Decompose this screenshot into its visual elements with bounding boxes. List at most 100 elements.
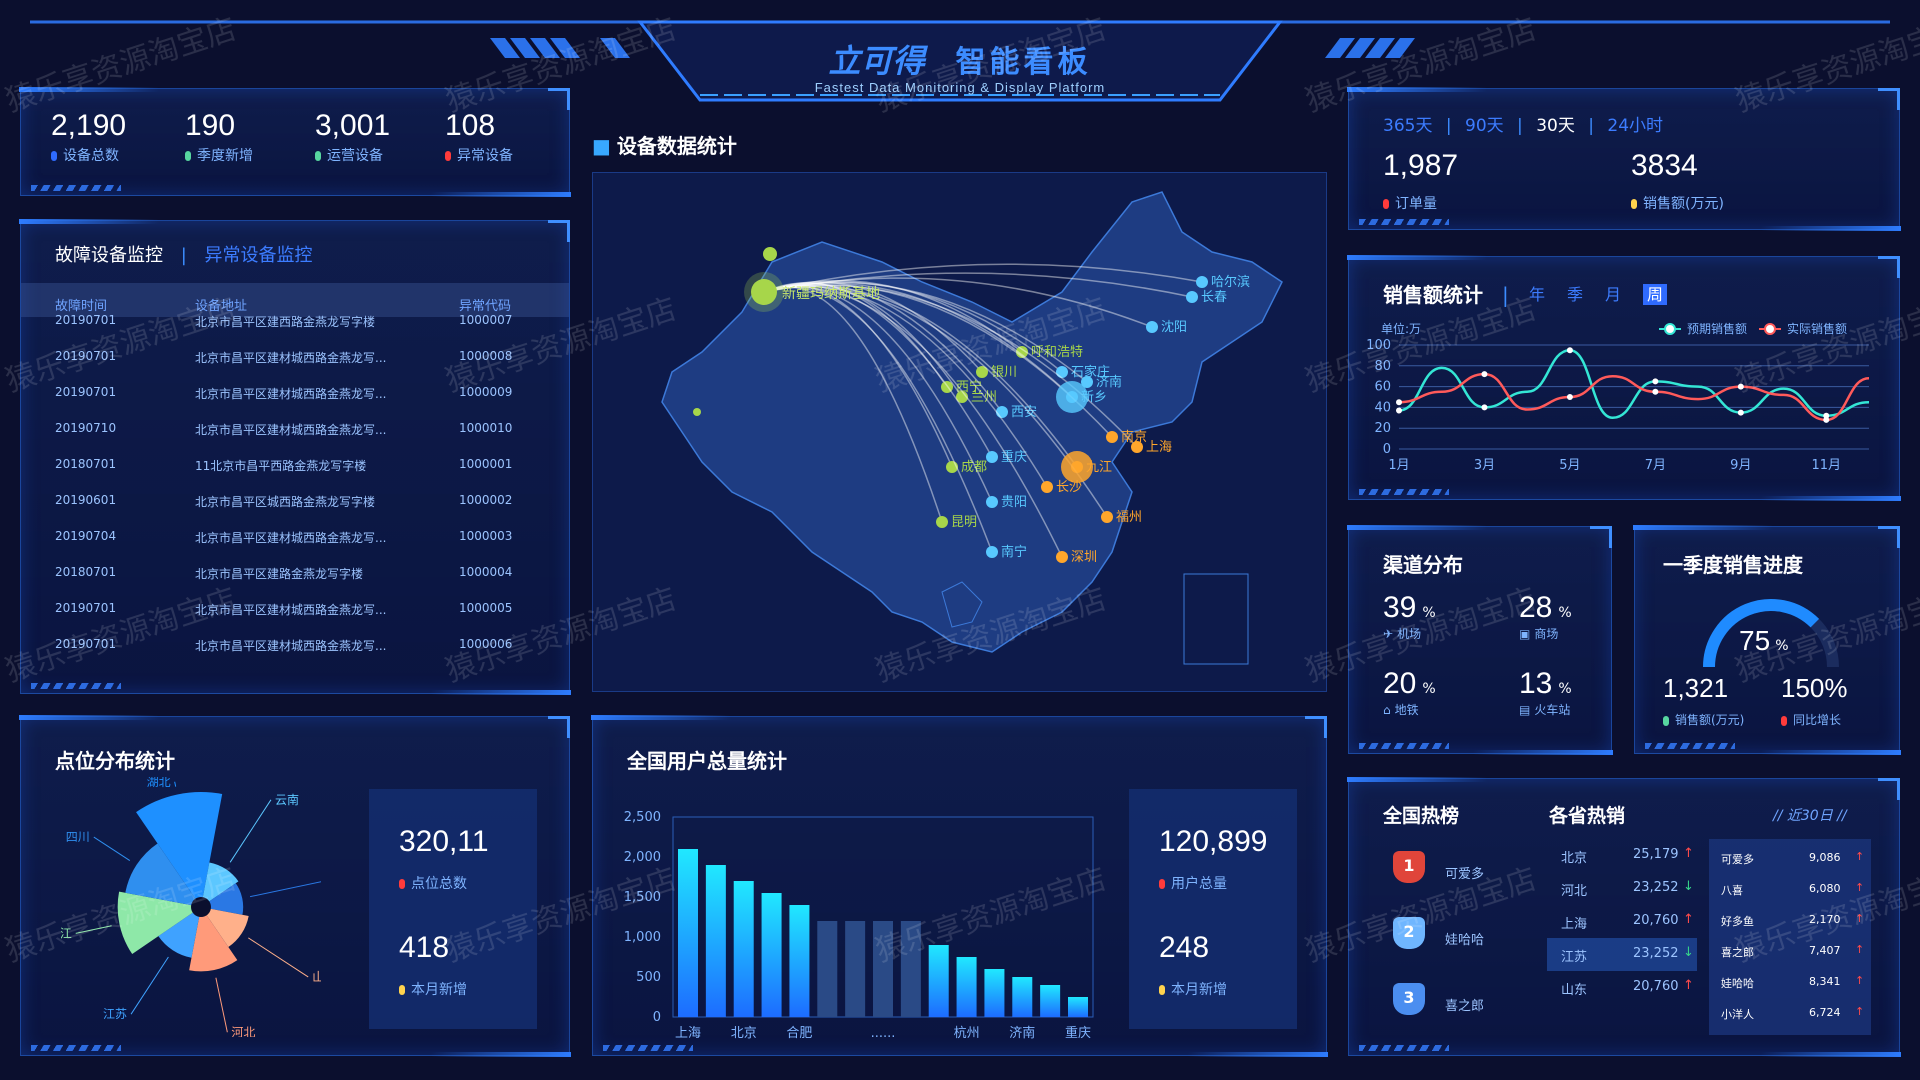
product-row[interactable]: 八喜 6,080 ↑	[1709, 876, 1871, 904]
order-tab[interactable]: 24小时	[1607, 116, 1663, 136]
users-panel: 全国用户总量统计 0 500 1,000 1,500 2,000 2,500 上海 北京 合肥.…	[591, 715, 1328, 1057]
table-row[interactable]: 20190701 北京市昌平区建材城西路金燕龙写... 1000006	[21, 627, 569, 663]
province-value: 25,179	[1633, 847, 1679, 862]
province-row[interactable]: 上海 20,760 ↑	[1547, 905, 1697, 938]
channel-item: 13% ▤ 火车站	[1519, 667, 1572, 718]
rose-label: 山东	[312, 970, 321, 984]
order-tab[interactable]: 90天	[1465, 116, 1504, 136]
device-stat-label: 运营设备	[327, 148, 383, 164]
table-row[interactable]: 20190701 北京市昌平区建材城西路金燕龙写... 1000005	[21, 591, 569, 627]
province-value: 20,760	[1633, 913, 1679, 928]
y-tick-label: 80	[1374, 359, 1391, 374]
channel-label: 商场	[1534, 627, 1559, 641]
device-stat: 108 异常设备	[445, 109, 575, 165]
train-icon: ▤	[1519, 703, 1531, 717]
province-row[interactable]: 河北 23,252 ↓	[1547, 872, 1697, 905]
cell-code: 1000001	[459, 457, 513, 471]
city-label: 沈阳	[1161, 320, 1187, 335]
product-row[interactable]: 喜之郎 7,407 ↑	[1709, 938, 1871, 966]
bar	[733, 881, 754, 1017]
product-row[interactable]: 可爱多 9,086 ↑	[1709, 845, 1871, 873]
bar	[789, 905, 810, 1017]
device-stat-label: 季度新增	[197, 148, 253, 164]
device-stat-label: 异常设备	[457, 148, 513, 164]
channel-label: 地铁	[1394, 703, 1419, 717]
device-stat: 2,190 设备总数	[51, 109, 181, 165]
product-row[interactable]: 娃哈哈 8,341 ↑	[1709, 969, 1871, 997]
rank-item[interactable]: 3 喜之郎	[1393, 983, 1533, 1023]
province-row[interactable]: 北京 25,179 ↑	[1547, 839, 1697, 872]
province-row[interactable]: 山东 20,760 ↑	[1547, 971, 1697, 1004]
map-section: ■ 设备数据统计 哈尔滨 长春 沈阳 呼和浩特 银川 石家庄 济南 西宁 兰州 新乡 西安 上海 南京 成都…	[592, 130, 1327, 700]
product-name: 好多鱼	[1721, 915, 1754, 928]
cell-code: 1000007	[459, 313, 513, 327]
users-title: 全国用户总量统计	[627, 749, 787, 773]
table-row[interactable]: 20190710 北京市昌平区建材城西路金燕龙写... 1000010	[21, 411, 569, 447]
order-tab[interactable]: 30天	[1536, 116, 1575, 136]
table-row[interactable]: 20190701 北京市昌平区建材城西路金燕龙写... 1000008	[21, 339, 569, 375]
cell-time: 20180701	[55, 565, 117, 579]
sales-tab[interactable]: 周	[1643, 284, 1668, 305]
y-tick-label: 60	[1374, 380, 1391, 395]
product-row[interactable]: 好多鱼 2,170 ↑	[1709, 907, 1871, 935]
source-marker	[751, 279, 777, 305]
city-marker	[1146, 321, 1158, 333]
users-new-value: 248	[1159, 931, 1210, 964]
table-row[interactable]: 20190704 北京市昌平区建材城西路金燕龙写... 1000003	[21, 519, 569, 555]
rose-label: 浙江	[61, 926, 72, 940]
x-tick-label: 合肥	[786, 1026, 812, 1041]
quarter-growth-value: 150%	[1781, 673, 1848, 703]
city-marker	[986, 496, 998, 508]
channel-unit: %	[1558, 605, 1572, 621]
province-value: 23,252	[1633, 946, 1679, 961]
table-row[interactable]: 20190701 北京市昌平区建材城西路金燕龙写... 1000009	[21, 375, 569, 411]
city-label: 上海	[1146, 440, 1172, 455]
city-marker	[986, 451, 998, 463]
province-name: 北京	[1561, 851, 1588, 866]
channel-unit: %	[1558, 681, 1572, 697]
table-row[interactable]: 20190601 北京市昌平区城西路金燕龙写字楼 1000002	[21, 483, 569, 519]
channel-label: 机场	[1397, 627, 1422, 641]
sales-tab[interactable]: 年	[1529, 285, 1545, 304]
users-bar-chart: 0 500 1,000 1,500 2,000 2,500 上海 北京 合肥...... 杭州 济南…	[624, 810, 1094, 1041]
product-row[interactable]: 小洋人 6,724 ↑	[1709, 1000, 1871, 1028]
x-tick-label: 3月	[1474, 458, 1495, 473]
series-point	[1823, 416, 1830, 423]
arrow-down-icon: ↓	[1683, 879, 1694, 894]
rank-item[interactable]: 1 可爱多	[1393, 851, 1533, 891]
arrow-up-icon: ↑	[1683, 846, 1694, 861]
quarter-sales-label: 销售额(万元)	[1675, 713, 1745, 727]
city-marker	[936, 516, 948, 528]
order-tab[interactable]: 365天	[1383, 116, 1432, 136]
province-name: 河北	[1561, 884, 1588, 899]
city-label: 深圳	[1071, 550, 1097, 565]
province-row[interactable]: 江苏 23,252 ↓	[1547, 938, 1697, 971]
sales-tab[interactable]: 月	[1605, 285, 1621, 304]
quarter-percent-unit: %	[1775, 638, 1789, 654]
device-stat-value: 3,001	[315, 109, 391, 142]
hot-panel: 全国热榜 各省热销 // 近30日 // 北京 25,179 ↑ 河北 23,252 ↓ 上…	[1347, 777, 1901, 1057]
sales-label: 销售额(万元)	[1643, 196, 1724, 212]
bar	[817, 921, 838, 1017]
y-tick-label: 100	[1366, 338, 1391, 353]
tab-fault-monitor[interactable]: 故障设备监控	[55, 245, 163, 266]
cell-code: 1000010	[459, 421, 513, 435]
tab-abnormal-monitor[interactable]: 异常设备监控	[205, 245, 313, 266]
city-marker	[986, 546, 998, 558]
quarter-percent: 75	[1739, 625, 1771, 656]
device-stat: 190 季度新增	[185, 109, 315, 165]
cell-code: 1000006	[459, 637, 513, 651]
rank-item[interactable]: 2 娃哈哈	[1393, 917, 1533, 957]
cell-time: 20190701	[55, 637, 117, 651]
table-row[interactable]: 20180701 11北京市昌平西路金燕龙写字楼 1000001	[21, 447, 569, 483]
hot-all-title: 全国热榜	[1383, 805, 1460, 827]
sales-tab[interactable]: 季	[1567, 285, 1583, 304]
province-value: 23,252	[1633, 880, 1679, 895]
table-row[interactable]: 20190701 北京市昌平区建西路金燕龙写字楼 1000007	[21, 303, 569, 339]
bar	[678, 849, 698, 1017]
table-row[interactable]: 20180701 北京市昌平区建路金燕龙写字楼 1000004	[21, 555, 569, 591]
cell-address: 11北京市昌平西路金燕龙写字楼	[195, 459, 367, 473]
trophy-icon: 3	[1393, 983, 1425, 1015]
x-tick-label: 杭州	[954, 1026, 980, 1041]
y-tick-label: 2,500	[624, 810, 661, 825]
